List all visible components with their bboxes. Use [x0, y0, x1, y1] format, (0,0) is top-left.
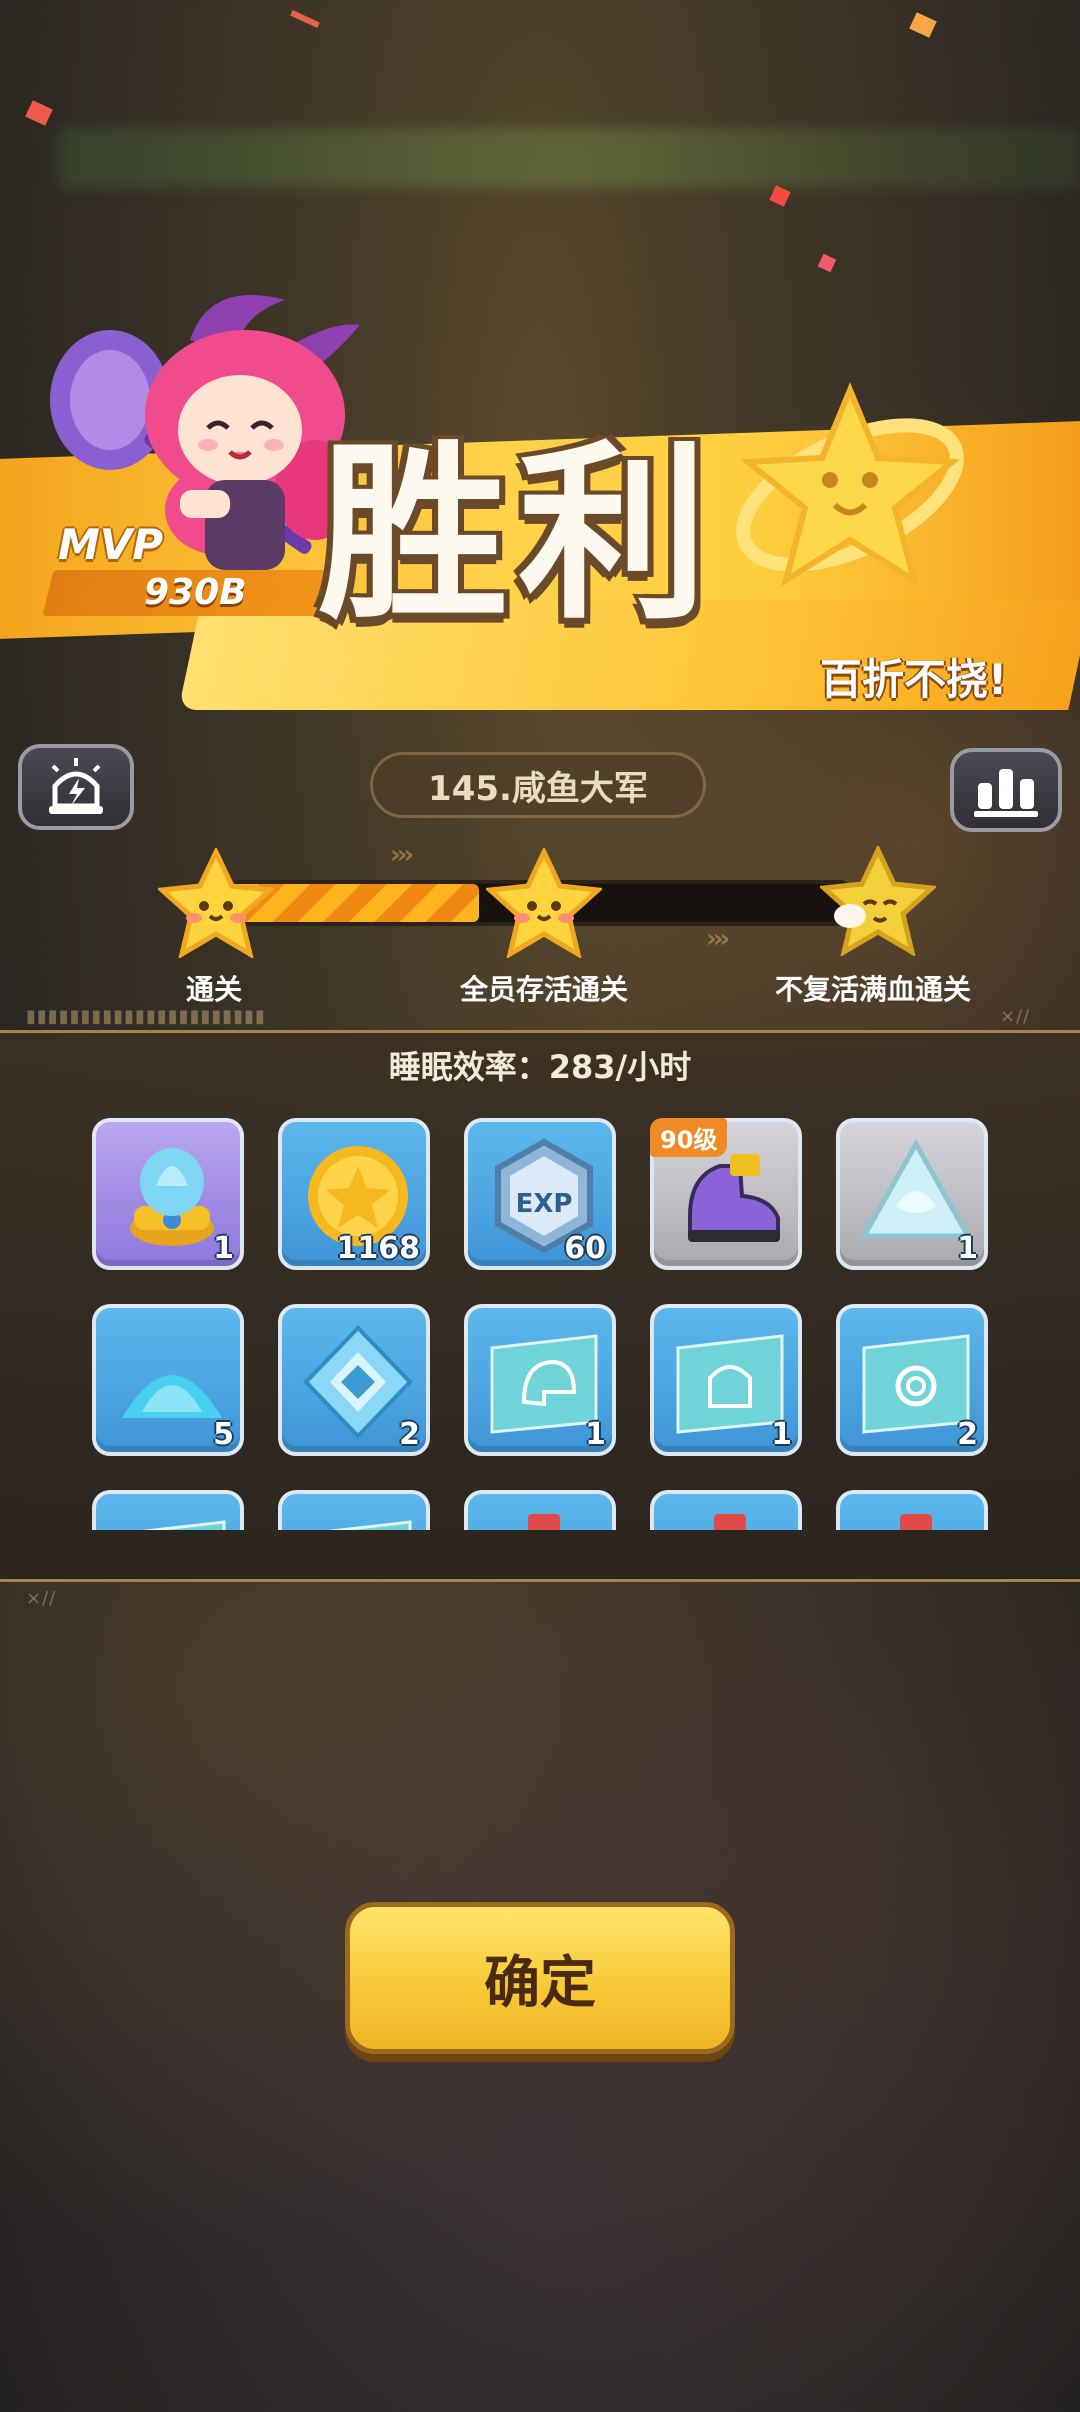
reward-item[interactable]: 1 — [464, 1304, 616, 1456]
item-quantity: 2 — [957, 1417, 978, 1452]
reward-item[interactable] — [650, 1490, 802, 1530]
confirm-button[interactable]: 确定 — [345, 1902, 735, 2054]
reward-item[interactable] — [464, 1490, 616, 1530]
potion-bottle-icon — [714, 1514, 746, 1530]
alarm-button[interactable] — [18, 744, 134, 830]
progress-chevrons: ››› — [390, 840, 414, 870]
item-quantity: 1168 — [336, 1231, 421, 1266]
reward-item[interactable]: 2 — [836, 1304, 988, 1456]
background-strip — [60, 128, 1080, 188]
alarm-light-icon — [49, 758, 103, 814]
reward-item[interactable] — [92, 1490, 244, 1530]
progress-node-label: 全员存活通关 — [459, 973, 629, 1006]
reward-item[interactable]: 1168 — [278, 1118, 430, 1270]
reward-grid[interactable]: 1 1168 EXP 60 90级 1 5 2 1 1 2 — [0, 1110, 1080, 1530]
progress-chevrons: ››› — [706, 924, 730, 954]
potion-bottle-icon — [528, 1514, 560, 1530]
reward-item[interactable]: 1 — [92, 1118, 244, 1270]
sleep-rate: 睡眠效率：283/小时 — [388, 1048, 692, 1086]
reward-item[interactable]: 1 — [650, 1304, 802, 1456]
star-node-1-icon — [158, 848, 274, 958]
panel-decoration: ×// — [1000, 1006, 1031, 1027]
panel-decoration: ×// — [26, 1588, 57, 1609]
blueprint-icon — [141, 1520, 226, 1530]
reward-item[interactable]: 90级 — [650, 1118, 802, 1270]
stats-button[interactable] — [950, 748, 1062, 832]
reward-item[interactable]: EXP 60 — [464, 1118, 616, 1270]
level-name: 145.咸鱼大军 — [370, 752, 706, 818]
item-quantity: 1 — [585, 1417, 606, 1452]
item-quantity: 1 — [957, 1231, 978, 1266]
item-quantity: 2 — [399, 1417, 420, 1452]
star-planet-icon — [736, 382, 964, 587]
progress-node-label: 不复活满血通关 — [774, 973, 972, 1006]
mvp-tag: MVP 930B — [42, 520, 338, 616]
blueprint-icon — [327, 1520, 412, 1530]
reward-item[interactable]: 2 — [278, 1304, 430, 1456]
mvp-score: 930B — [144, 572, 247, 613]
item-quantity: 1 — [213, 1231, 234, 1266]
level-requirement-badge: 90级 — [650, 1118, 728, 1157]
victory-title: 胜利 — [318, 424, 719, 645]
star-node-2-icon — [486, 848, 602, 958]
mvp-label: MVP — [58, 520, 164, 569]
reward-item[interactable]: 1 — [836, 1118, 988, 1270]
item-quantity: 1 — [771, 1417, 792, 1452]
progress-node-label: 通关 — [185, 973, 243, 1006]
reward-item[interactable]: 5 — [92, 1304, 244, 1456]
bar-chart-icon — [974, 769, 1038, 817]
panel-decoration: ▮▮▮▮▮▮▮▮▮▮▮▮▮▮▮▮▮▮▮▮▮▮ — [26, 1006, 266, 1027]
reward-item[interactable] — [278, 1490, 430, 1530]
svg-text:EXP: EXP — [516, 1189, 573, 1219]
item-quantity: 5 — [213, 1417, 234, 1452]
star-node-3-icon — [820, 846, 936, 956]
victory-subtitle: 百折不挠! — [820, 655, 1008, 704]
reward-item[interactable] — [836, 1490, 988, 1530]
item-quantity: 60 — [564, 1231, 606, 1266]
potion-bottle-icon — [900, 1514, 932, 1530]
